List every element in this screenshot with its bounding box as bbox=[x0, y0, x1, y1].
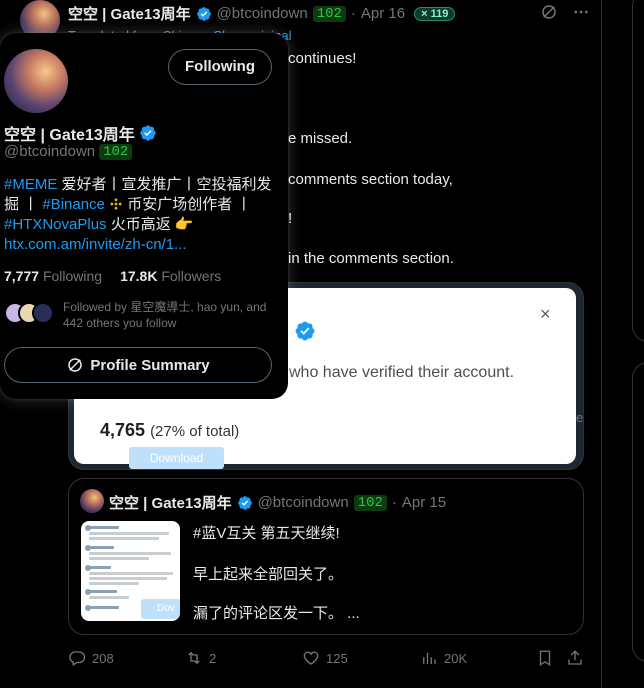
repost-count: 2 bbox=[209, 650, 217, 666]
quoted-text-line: 漏了的评论区发一下。 ... bbox=[193, 605, 360, 622]
close-icon: × bbox=[540, 304, 551, 324]
binance-icon bbox=[110, 198, 122, 210]
like-count: 125 bbox=[326, 650, 348, 666]
repost-button[interactable]: 2 bbox=[185, 649, 216, 667]
count-percent: (27% of total) bbox=[150, 423, 240, 440]
views-button[interactable]: 20K bbox=[420, 649, 467, 667]
bio-text: 火币高返 👉 bbox=[106, 216, 194, 233]
like-button[interactable]: 125 bbox=[302, 649, 348, 667]
verified-badge-icon bbox=[140, 125, 156, 141]
share-icon bbox=[568, 650, 582, 665]
verified-badge-icon bbox=[295, 321, 315, 341]
bio-text: 爱好者丨宣发推广丨空投福利发 bbox=[57, 176, 272, 193]
followers-label: Followers bbox=[161, 268, 222, 284]
tweet-text-line: ! bbox=[288, 210, 293, 227]
bio-link[interactable]: htx.com.am/invite/zh-cn/1... bbox=[4, 235, 284, 255]
author-name[interactable]: 空空 | Gate13周年 bbox=[68, 3, 191, 24]
hover-card-avatar[interactable] bbox=[4, 49, 68, 113]
following-count: 7,777 bbox=[4, 268, 40, 284]
media-caption: who have verified their account. bbox=[289, 364, 515, 381]
tweet-header-actions bbox=[540, 3, 590, 26]
following-button[interactable]: Following bbox=[168, 49, 272, 85]
profile-summary-button[interactable]: Profile Summary bbox=[4, 347, 272, 383]
level-badge: 102 bbox=[312, 5, 346, 22]
verified-count: 4,765 (27% of total) bbox=[100, 420, 239, 441]
quoted-author-name: 空空 | Gate13周年 bbox=[109, 495, 232, 512]
level-badge: 102 bbox=[99, 143, 133, 160]
reply-button[interactable]: 208 bbox=[68, 649, 114, 667]
tweet-header: 空空 | Gate13周年 @btcoindown 102 · Apr 16 ×… bbox=[68, 3, 456, 24]
avatar bbox=[32, 302, 54, 324]
reply-count: 208 bbox=[92, 650, 114, 666]
hashtag-link[interactable]: #Binance bbox=[42, 196, 105, 213]
followed-by-avatars[interactable] bbox=[4, 302, 54, 324]
separator-dot: · bbox=[350, 5, 356, 22]
profile-handle[interactable]: @btcoindown bbox=[4, 143, 95, 160]
reply-icon bbox=[69, 651, 86, 666]
followers-stat[interactable]: 17.8K Followers bbox=[120, 268, 221, 284]
followed-by-text[interactable]: Followed by 星空魔導士, hao yun, and 442 othe… bbox=[63, 299, 273, 331]
following-stat[interactable]: 7,777 Following bbox=[4, 268, 102, 284]
tweet-text-line: comments section today, bbox=[288, 171, 453, 188]
hashtag-link[interactable]: #HTXNovaPlus bbox=[4, 216, 107, 233]
tweet-text-line: continues! bbox=[288, 50, 357, 67]
profile-name[interactable]: 空空 | Gate13周年 bbox=[4, 121, 135, 145]
hashtag-link[interactable]: #MEME bbox=[4, 176, 57, 193]
quoted-author-handle: @btcoindown bbox=[257, 494, 349, 511]
tweet-text-line: in the comments section. bbox=[288, 250, 454, 267]
profile-stats: 7,777 Following 17.8K Followers bbox=[4, 268, 221, 284]
profile-summary-label: Profile Summary bbox=[90, 356, 210, 374]
clipped-text: e bbox=[576, 410, 584, 425]
followers-count: 17.8K bbox=[120, 268, 158, 284]
quoted-author-avatar[interactable] bbox=[80, 489, 104, 513]
author-handle[interactable]: @btcoindown bbox=[217, 5, 308, 22]
hover-card-handle: @btcoindown 102 bbox=[4, 143, 133, 160]
quoted-tweet-date: Apr 15 bbox=[401, 494, 447, 511]
following-label: Following bbox=[42, 268, 103, 284]
bio-text: 币安广场创作者 丨 bbox=[123, 196, 252, 213]
tweet-action-bar: 208 2 125 20K bbox=[0, 649, 602, 669]
quoted-text-line: #蓝V互关 第五天继续! bbox=[193, 525, 340, 542]
view-count: 20K bbox=[444, 650, 468, 666]
bookmark-icon bbox=[539, 650, 551, 667]
quoted-tweet-thumbnail[interactable]: Dov bbox=[81, 521, 180, 621]
bookmark-button[interactable] bbox=[536, 649, 554, 667]
more-icon[interactable] bbox=[572, 3, 590, 26]
download-button: Download bbox=[129, 447, 224, 469]
quoted-tweet-header: 空空 | Gate13周年 @btcoindown 102 · Apr 15 bbox=[109, 492, 446, 513]
share-button[interactable] bbox=[566, 649, 584, 667]
tweet-date[interactable]: Apr 16 bbox=[361, 5, 405, 22]
grok-icon[interactable] bbox=[540, 3, 558, 26]
verified-badge-icon bbox=[237, 495, 252, 510]
profile-bio: #MEME 爱好者丨宣发推广丨空投福利发 掘 丨 #Binance 币安广场创作… bbox=[4, 175, 284, 255]
like-icon bbox=[303, 651, 319, 665]
tweet-text-line: e missed. bbox=[288, 130, 353, 147]
right-panel-card bbox=[632, 362, 644, 662]
count-value: 4,765 bbox=[100, 420, 146, 440]
repost-icon bbox=[188, 651, 200, 665]
quoted-text-line: 早上起来全部回关了。 bbox=[193, 566, 344, 583]
verified-badge-icon bbox=[196, 6, 211, 21]
thumbnail-download-button: Dov bbox=[141, 599, 180, 619]
bio-text: 掘 丨 bbox=[4, 196, 43, 213]
column-divider bbox=[601, 0, 602, 688]
separator-dot: · bbox=[391, 494, 397, 511]
hover-card-name: 空空 | Gate13周年 bbox=[4, 121, 157, 145]
grok-icon bbox=[68, 358, 83, 372]
right-panel-card bbox=[632, 0, 644, 342]
level-badge: 102 bbox=[353, 494, 387, 511]
views-icon bbox=[423, 652, 436, 664]
extension-pill[interactable]: × 119 bbox=[414, 6, 456, 21]
